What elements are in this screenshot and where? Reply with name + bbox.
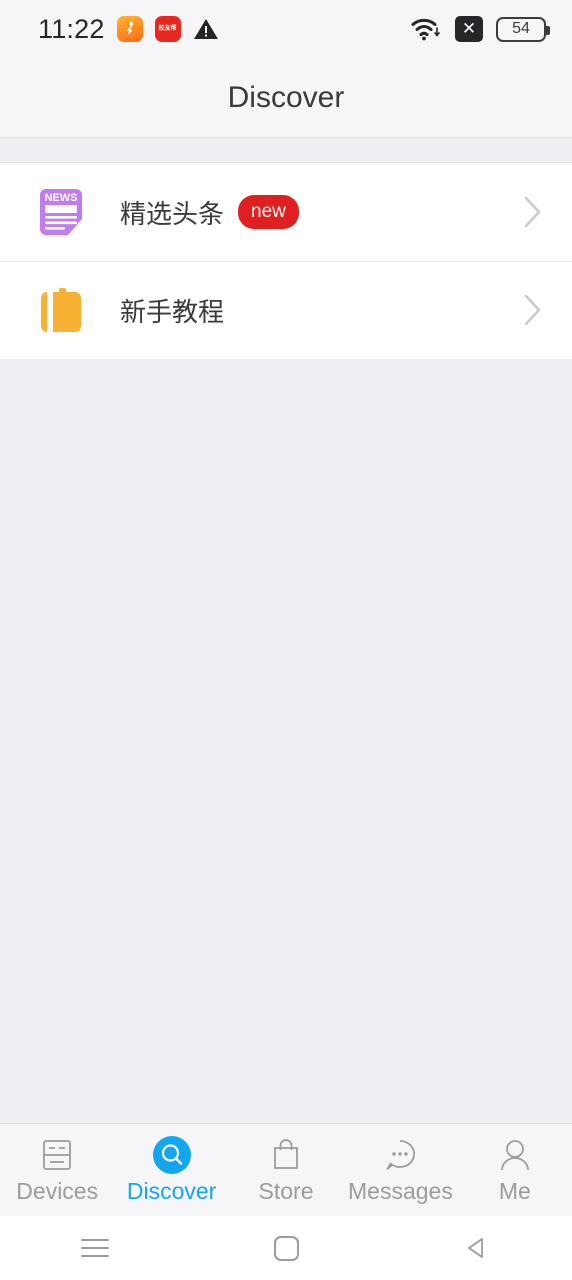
status-badge: new xyxy=(238,195,299,229)
status-bar-right: ✕ 54 xyxy=(410,16,550,42)
list-item-content: 精选头条 new xyxy=(90,194,522,231)
no-sim-icon: ✕ xyxy=(455,16,483,42)
chat-bubble-icon xyxy=(380,1135,420,1175)
tab-me[interactable]: Me xyxy=(458,1135,572,1205)
shopping-bag-icon xyxy=(267,1135,305,1175)
tab-label: Me xyxy=(498,1178,531,1204)
home-button[interactable] xyxy=(191,1235,382,1261)
status-bar-left: 11:22 校友帮 xyxy=(38,14,410,45)
recents-button[interactable] xyxy=(0,1233,191,1263)
page-title: Discover xyxy=(227,80,345,114)
runner-app-icon xyxy=(116,16,143,42)
back-icon xyxy=(467,1238,483,1258)
status-bar: 11:22 校友帮 ✕ 54 xyxy=(0,0,572,58)
warning-triangle-icon xyxy=(193,19,218,39)
tab-messages[interactable]: Messages xyxy=(343,1135,457,1205)
svg-text:NEWS: NEWS xyxy=(45,192,78,204)
tab-label: Discover xyxy=(126,1178,217,1204)
bottom-tab-bar: Devices Discover Store Messages Me xyxy=(0,1123,572,1216)
tab-label: Messages xyxy=(348,1178,453,1204)
chevron-right-icon[interactable] xyxy=(522,293,544,327)
list-item-beginner-tutorial[interactable]: 新手教程 xyxy=(0,261,572,359)
list-item-content: 新手教程 xyxy=(90,292,522,329)
tab-label: Store xyxy=(258,1178,314,1204)
recents-icon xyxy=(81,1233,110,1263)
list-item-label: 精选头条 xyxy=(120,199,225,230)
home-icon xyxy=(273,1235,299,1261)
tutorial-book-icon xyxy=(32,281,90,339)
tab-store[interactable]: Store xyxy=(229,1135,343,1205)
battery-indicator: 54 xyxy=(496,16,550,42)
news-icon: NEWS xyxy=(32,183,90,241)
tab-label: Devices xyxy=(16,1178,99,1204)
list-item-label: 新手教程 xyxy=(120,297,225,328)
phone-screen: 11:22 校友帮 ✕ 54 Discover NEWS 精选头条 new 新手… xyxy=(0,0,572,1280)
section-gap xyxy=(0,138,572,163)
chevron-right-icon[interactable] xyxy=(522,195,544,229)
empty-content-area xyxy=(0,359,572,1123)
tab-devices[interactable]: Devices xyxy=(0,1135,114,1205)
search-circle-icon xyxy=(152,1135,192,1175)
tab-discover[interactable]: Discover xyxy=(114,1135,228,1205)
red-app-icon-label: 校友帮 xyxy=(158,26,177,32)
discover-list: NEWS 精选头条 new 新手教程 xyxy=(0,163,572,359)
red-app-icon: 校友帮 xyxy=(154,16,181,42)
android-nav-bar xyxy=(0,1216,572,1280)
list-item-featured-headlines[interactable]: NEWS 精选头条 new xyxy=(0,163,572,261)
wifi-icon xyxy=(411,18,440,41)
battery-level-label: 54 xyxy=(512,20,530,37)
back-button[interactable] xyxy=(381,1234,572,1262)
person-icon xyxy=(496,1135,534,1175)
devices-icon xyxy=(38,1135,76,1175)
page-header: Discover xyxy=(0,58,572,138)
status-time: 11:22 xyxy=(38,13,105,44)
